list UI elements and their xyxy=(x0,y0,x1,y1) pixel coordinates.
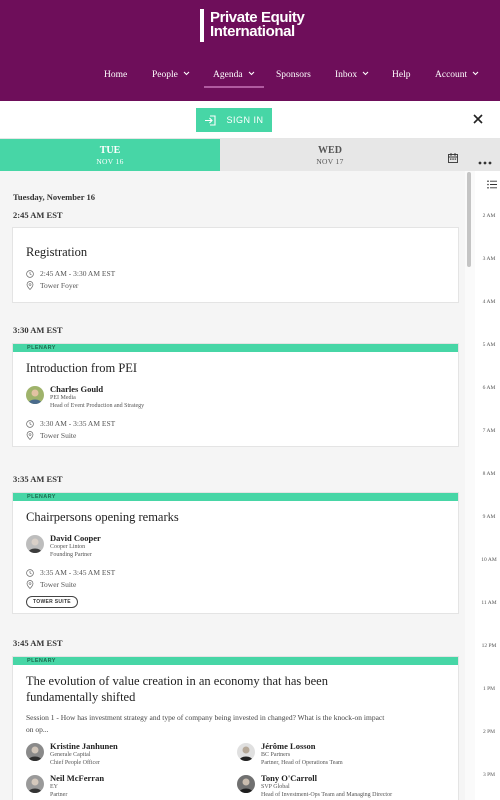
nav-account[interactable]: Account xyxy=(435,68,479,88)
nav-agenda[interactable]: Agenda xyxy=(204,68,264,88)
session-card[interactable]: PLENARY Introduction from PEI Charles Go… xyxy=(12,343,459,447)
calendar-icon[interactable] xyxy=(448,150,458,168)
speaker[interactable]: Jérôme Losson BC Partners Partner, Head … xyxy=(237,741,343,767)
rail-time[interactable]: 12 PM xyxy=(478,643,500,649)
pei-logo[interactable]: Private Equity International xyxy=(200,9,305,42)
time-heading: 2:45 AM EST xyxy=(13,210,63,220)
time-heading: 3:35 AM EST xyxy=(13,474,63,484)
avatar xyxy=(237,743,255,761)
nav-home[interactable]: Home xyxy=(104,68,127,88)
location-pin-icon xyxy=(26,580,34,589)
logo-line2: International xyxy=(210,23,295,40)
session-time: 3:30 AM - 3:35 AM EST xyxy=(26,419,115,428)
main-nav: Home People Agenda Sponsors Inbox Help A… xyxy=(0,68,500,90)
speaker[interactable]: Charles Gould PEI Media Head of Event Pr… xyxy=(26,384,144,410)
session-card[interactable]: Registration 2:45 AM - 3:30 AM EST Tower… xyxy=(12,227,459,303)
session-title: Registration xyxy=(26,245,88,259)
rail-time[interactable]: 11 AM xyxy=(478,600,500,606)
avatar xyxy=(26,743,44,761)
avatar xyxy=(26,775,44,793)
session-location: Tower Suite xyxy=(26,431,76,440)
rail-time[interactable]: 2 AM xyxy=(478,213,500,219)
avatar xyxy=(26,535,44,553)
time-rail xyxy=(476,171,500,800)
session-time: 2:45 AM - 3:30 AM EST xyxy=(26,269,115,278)
session-title: The evolution of value creation in an ec… xyxy=(26,674,328,704)
close-icon[interactable] xyxy=(470,111,486,127)
clock-icon xyxy=(26,269,34,278)
session-card[interactable]: PLENARY The evolution of value creation … xyxy=(12,656,459,800)
rail-time[interactable]: 5 AM xyxy=(478,342,500,348)
plenary-tag: PLENARY xyxy=(13,657,458,665)
rail-time[interactable]: 3 PM xyxy=(478,772,500,778)
chevron-down-icon xyxy=(472,68,479,83)
sign-in-icon xyxy=(205,114,217,126)
scrollbar-thumb[interactable] xyxy=(467,172,471,267)
rail-time[interactable]: 4 AM xyxy=(478,299,500,305)
rail-time[interactable]: 1 PM xyxy=(478,686,500,692)
nav-inbox[interactable]: Inbox xyxy=(335,68,369,88)
plenary-tag: PLENARY xyxy=(13,344,458,352)
nav-sponsors[interactable]: Sponsors xyxy=(276,68,311,88)
chevron-down-icon xyxy=(183,68,190,83)
session-description: Session 1 - How has investment strategy … xyxy=(26,713,385,734)
date-heading: Tuesday, November 16 xyxy=(13,192,95,202)
time-heading: 3:30 AM EST xyxy=(13,325,63,335)
speaker[interactable]: David Cooper Cooper Linton Founding Part… xyxy=(26,533,101,559)
rail-time[interactable]: 3 AM xyxy=(478,256,500,262)
more-options-icon[interactable] xyxy=(478,152,492,170)
speaker[interactable]: Kristine Janhunen Generale Capital Chief… xyxy=(26,741,118,767)
session-card[interactable]: PLENARY Chairpersons opening remarks Dav… xyxy=(12,492,459,614)
location-pin-icon xyxy=(26,281,34,290)
tab-wed[interactable]: WED NOV 17 xyxy=(220,139,440,171)
tab-tue[interactable]: TUE NOV 16 xyxy=(0,139,220,171)
session-title: Introduction from PEI xyxy=(26,361,138,375)
day-tabs: TUE NOV 16 WED NOV 17 xyxy=(0,139,500,171)
chevron-down-icon xyxy=(248,68,255,83)
nav-help[interactable]: Help xyxy=(392,68,410,88)
session-location: Tower Suite xyxy=(26,580,76,589)
room-tag[interactable]: TOWER SUITE xyxy=(26,596,78,608)
rail-time[interactable]: 2 PM xyxy=(478,729,500,735)
list-view-icon[interactable] xyxy=(487,176,497,194)
agenda-list[interactable]: Tuesday, November 16 2:45 AM EST Registr… xyxy=(0,171,465,800)
rail-time[interactable]: 6 AM xyxy=(478,385,500,391)
clock-icon xyxy=(26,568,34,577)
rail-time[interactable]: 7 AM xyxy=(478,428,500,434)
nav-people[interactable]: People xyxy=(152,68,190,88)
speaker[interactable]: Neil McFerran EY Partner xyxy=(26,773,104,799)
app-header: Private Equity International Home People… xyxy=(0,0,500,101)
speaker[interactable]: Tony O'Carroll SVP Global Head of Invest… xyxy=(237,773,392,799)
sign-in-button[interactable]: SIGN IN xyxy=(196,108,272,132)
avatar xyxy=(26,386,44,404)
location-pin-icon xyxy=(26,431,34,440)
session-time: 3:35 AM - 3:45 AM EST xyxy=(26,568,115,577)
logo-bar xyxy=(200,9,204,42)
signin-bar: SIGN IN xyxy=(0,101,500,139)
time-heading: 3:45 AM EST xyxy=(13,638,63,648)
plenary-tag: PLENARY xyxy=(13,493,458,501)
rail-time[interactable]: 8 AM xyxy=(478,471,500,477)
rail-time[interactable]: 10 AM xyxy=(478,557,500,563)
session-title: Chairpersons opening remarks xyxy=(26,510,179,524)
chevron-down-icon xyxy=(362,68,369,83)
clock-icon xyxy=(26,419,34,428)
session-location: Tower Foyer xyxy=(26,281,78,290)
rail-time[interactable]: 9 AM xyxy=(478,514,500,520)
avatar xyxy=(237,775,255,793)
